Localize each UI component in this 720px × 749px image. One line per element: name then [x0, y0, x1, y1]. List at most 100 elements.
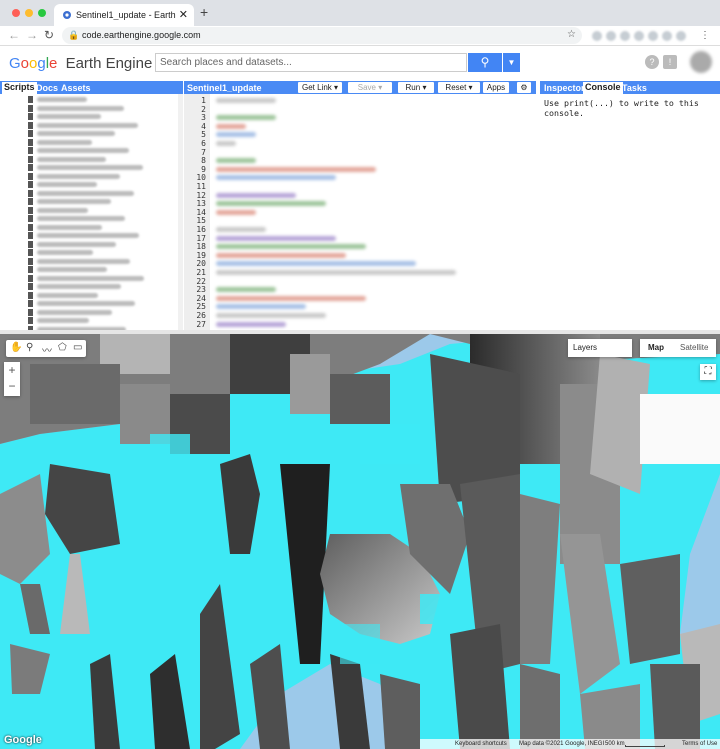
- tab-inspector[interactable]: Inspector: [544, 83, 585, 93]
- console-message: Use print(...) to write to this console.: [544, 98, 704, 118]
- terms-link[interactable]: Terms of Use: [682, 739, 717, 749]
- map-type-satellite[interactable]: Satellite: [680, 339, 708, 357]
- address-bar[interactable]: 🔒 code.earthengine.google.com ☆: [62, 27, 582, 44]
- maximize-window-button[interactable]: [38, 9, 46, 17]
- reset-button[interactable]: Reset ▾: [438, 82, 480, 93]
- back-icon[interactable]: ←: [8, 28, 20, 42]
- feedback-icon[interactable]: !: [663, 55, 677, 69]
- scale-label[interactable]: 500 km: [605, 739, 625, 749]
- google-wordmark: Google: [9, 55, 58, 72]
- script-tree-item[interactable]: [28, 138, 148, 146]
- layers-button[interactable]: Layers: [568, 339, 632, 357]
- script-tree-item[interactable]: [28, 249, 148, 256]
- browser-toolbar: ← → ↻ 🔒 code.earthengine.google.com ☆ ⋮: [0, 26, 720, 46]
- bookmark-star-icon[interactable]: ☆: [567, 29, 576, 40]
- script-tree-item[interactable]: [28, 291, 148, 299]
- script-name-blurred: [37, 156, 106, 162]
- script-tree-item[interactable]: [28, 283, 148, 290]
- script-tree-item[interactable]: [28, 240, 148, 248]
- code-line-blurred: [216, 175, 336, 181]
- extension-icon[interactable]: [648, 31, 658, 41]
- reload-icon[interactable]: ↻: [44, 28, 54, 42]
- script-tree-item[interactable]: [28, 121, 148, 129]
- pan-hand-icon[interactable]: ✋: [10, 342, 22, 353]
- close-tab-icon[interactable]: ✕: [179, 8, 188, 21]
- browser-menu-icon[interactable]: ⋮: [700, 30, 710, 41]
- script-tree-item[interactable]: [28, 206, 148, 214]
- file-icon: [28, 223, 33, 231]
- tab-scripts[interactable]: Scripts: [2, 82, 37, 94]
- add-marker-icon[interactable]: ⚲: [26, 342, 33, 353]
- script-name-blurred: [37, 105, 124, 111]
- script-name: Sentinel1_update: [187, 83, 262, 93]
- get-link-button[interactable]: Get Link ▾: [298, 82, 342, 93]
- zoom-out-button[interactable]: −: [4, 379, 20, 393]
- tab-tasks[interactable]: Tasks: [622, 83, 647, 93]
- code-line-blurred: [216, 313, 326, 318]
- browser-tab[interactable]: Sentinel1_update - Earth Engine ✕: [54, 4, 194, 26]
- script-tree-item[interactable]: [28, 317, 148, 324]
- script-tree-item[interactable]: [28, 232, 148, 239]
- script-tree-item[interactable]: [28, 164, 148, 171]
- editor-toolbar: Sentinel1_update Get Link ▾ Save ▾ Run ▾…: [184, 81, 536, 94]
- avatar[interactable]: [690, 51, 712, 73]
- script-tree-item[interactable]: [28, 147, 148, 154]
- settings-gear-icon[interactable]: ⚙: [517, 82, 531, 93]
- extension-icon[interactable]: [592, 31, 602, 41]
- script-name-blurred: [37, 301, 135, 306]
- map-canvas[interactable]: ✋ ⚲ 〰 ⬠ ▭ + − Layers Map Satellite ⛶ Goo…: [0, 334, 720, 749]
- file-icon: [28, 172, 33, 180]
- zoom-in-button[interactable]: +: [4, 363, 20, 377]
- code-line-blurred: [216, 141, 236, 146]
- script-tree-item[interactable]: [28, 172, 148, 180]
- code-editor[interactable]: 1 2 3 4 5 6 7 8 9 10 11 12 13 14 15 16 17 18 19 20 21 22 23 24 2…: [184, 94, 536, 330]
- script-tree-item[interactable]: [28, 104, 148, 112]
- search-input[interactable]: Search places and datasets...: [155, 53, 467, 72]
- tab-console[interactable]: Console: [583, 82, 623, 94]
- script-tree-item[interactable]: [28, 274, 148, 282]
- script-tree-item[interactable]: [28, 155, 148, 163]
- script-tree-item[interactable]: [28, 189, 148, 197]
- script-tree-item[interactable]: [28, 308, 148, 316]
- draw-shape-icon[interactable]: ⬠: [58, 342, 67, 353]
- script-tree-item[interactable]: [28, 96, 148, 103]
- script-tree-item[interactable]: [28, 300, 148, 307]
- script-tree-item[interactable]: [28, 113, 148, 120]
- help-icon[interactable]: ?: [645, 55, 659, 69]
- extension-icon[interactable]: [634, 31, 644, 41]
- close-window-button[interactable]: [12, 9, 20, 17]
- tab-docs[interactable]: Docs: [36, 83, 58, 93]
- script-tree-item[interactable]: [28, 215, 148, 222]
- search-button[interactable]: ⚲: [468, 53, 502, 72]
- map-type-map[interactable]: Map: [648, 339, 664, 357]
- run-button[interactable]: Run ▾: [398, 82, 434, 93]
- extension-icon[interactable]: [662, 31, 672, 41]
- script-tree-item[interactable]: [28, 198, 148, 205]
- draw-line-icon[interactable]: 〰: [42, 342, 52, 357]
- script-name-blurred: [37, 292, 98, 298]
- script-tree-item[interactable]: [28, 223, 148, 231]
- script-tree-item[interactable]: [28, 130, 148, 137]
- save-button[interactable]: Save ▾: [348, 82, 392, 93]
- new-tab-button[interactable]: +: [200, 4, 208, 20]
- search-dropdown-button[interactable]: ▼: [503, 53, 520, 72]
- extension-icon[interactable]: [676, 31, 686, 41]
- forward-icon[interactable]: →: [26, 28, 38, 42]
- script-tree-item[interactable]: [28, 181, 148, 188]
- apps-button[interactable]: Apps: [483, 82, 509, 93]
- file-icon: [28, 198, 33, 205]
- left-panel-tabs: Scripts Docs Assets: [0, 81, 183, 94]
- keyboard-shortcuts-link[interactable]: Keyboard shortcuts: [455, 739, 507, 749]
- minimize-window-button[interactable]: [25, 9, 33, 17]
- draw-rectangle-icon[interactable]: ▭: [73, 342, 82, 353]
- left-panel-scrollbar[interactable]: [178, 94, 183, 330]
- fullscreen-icon[interactable]: ⛶: [700, 364, 716, 380]
- file-icon: [28, 104, 33, 112]
- script-tree-item[interactable]: [28, 257, 148, 265]
- script-tree-item[interactable]: [28, 266, 148, 273]
- extension-icon[interactable]: [620, 31, 630, 41]
- extension-icon[interactable]: [606, 31, 616, 41]
- earth-engine-logo[interactable]: Google Earth Engine: [9, 55, 152, 72]
- tab-assets[interactable]: Assets: [61, 83, 91, 93]
- search-placeholder: Search places and datasets...: [160, 57, 292, 68]
